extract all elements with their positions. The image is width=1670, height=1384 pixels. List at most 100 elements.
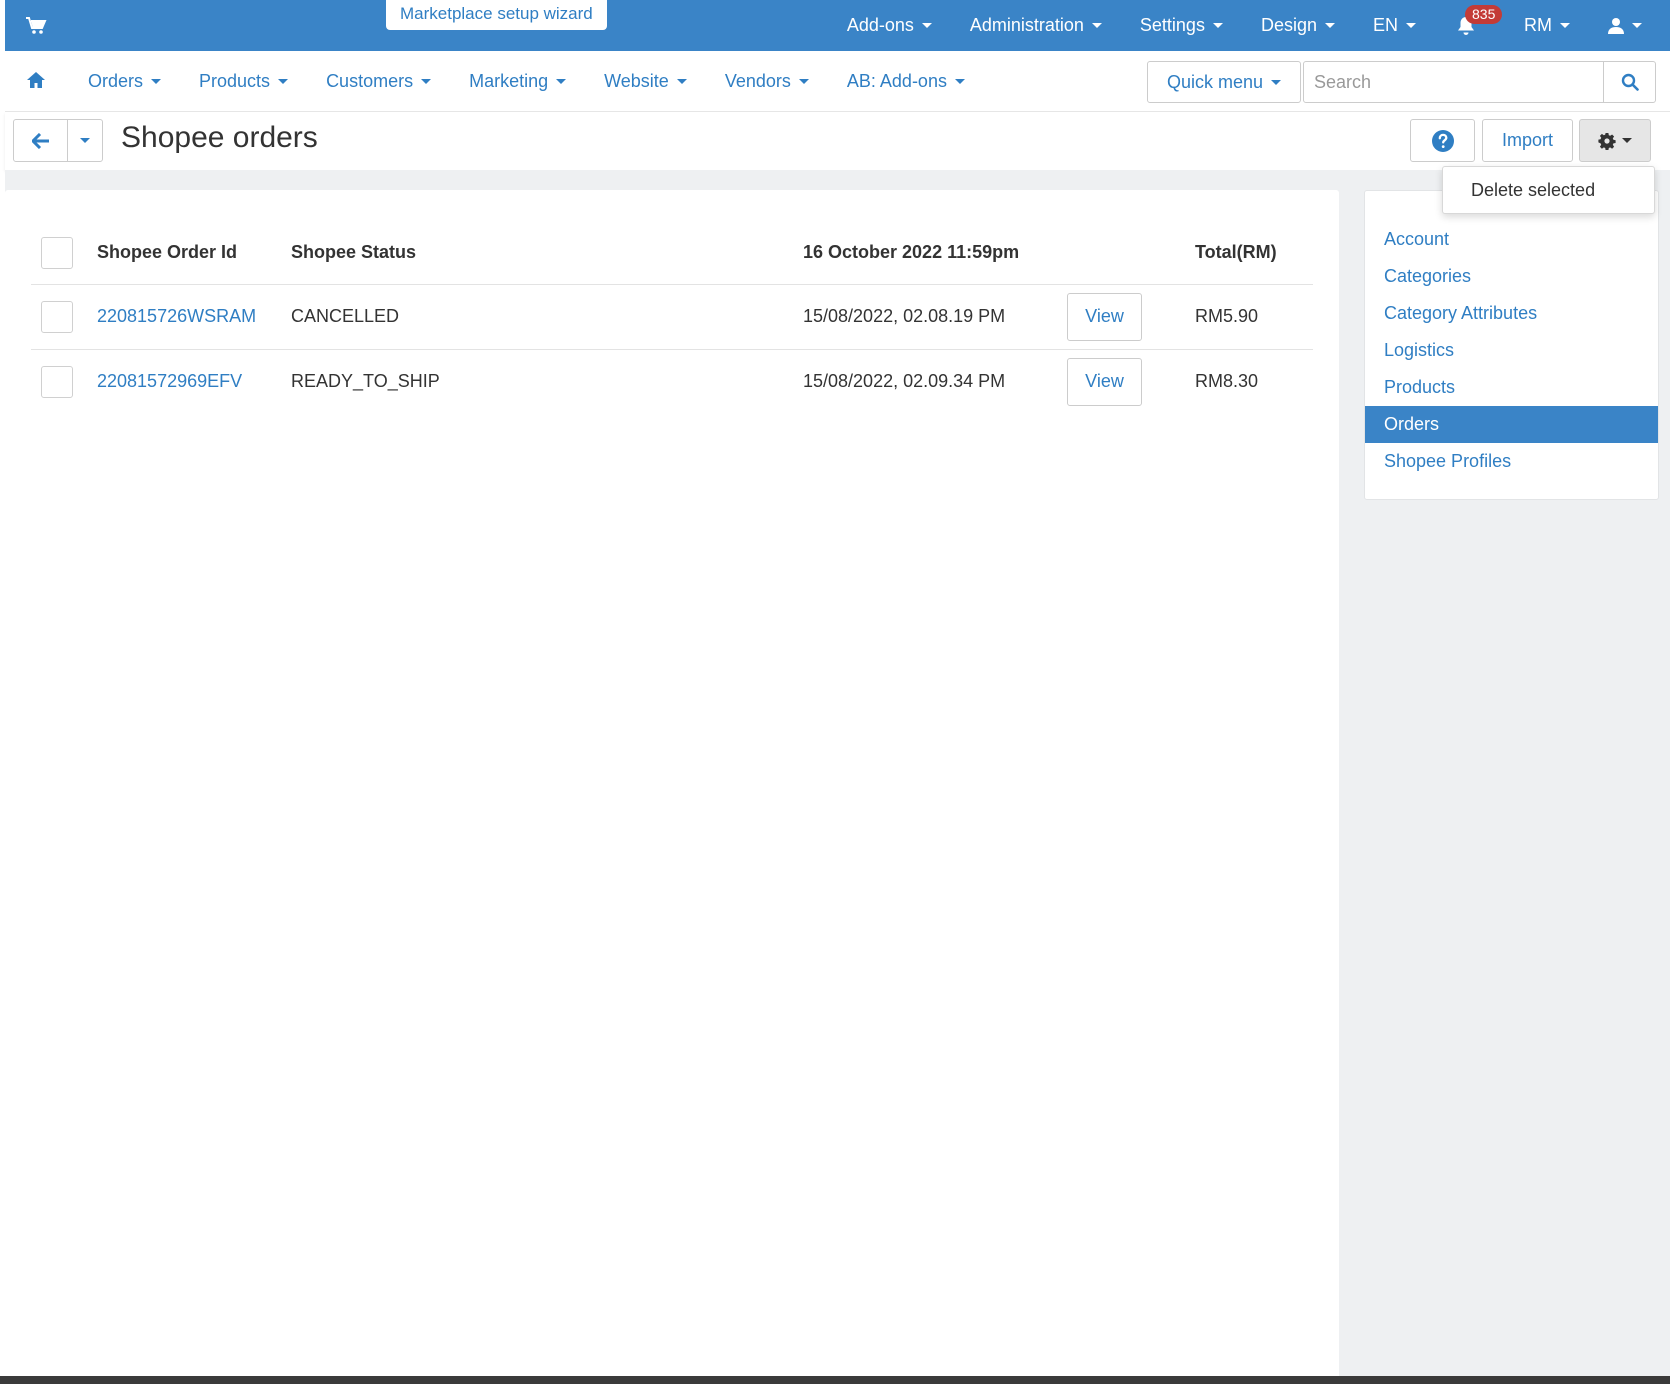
quick-menu-button[interactable]: Quick menu <box>1147 61 1301 103</box>
sidebar-item-account[interactable]: Account <box>1365 221 1658 258</box>
delete-selected-menu-item[interactable]: Delete selected <box>1471 180 1595 201</box>
chevron-down-icon <box>80 138 90 143</box>
chevron-down-icon <box>1324 23 1335 28</box>
chevron-down-icon <box>921 23 932 28</box>
main-nav-items: Orders Products Customers Marketing Webs… <box>69 51 984 112</box>
sidebar-item-category-attributes[interactable]: Category Attributes <box>1365 295 1658 332</box>
topnav-notifications[interactable]: 835 <box>1435 0 1505 51</box>
nav-vendors-label: Vendors <box>724 71 791 91</box>
title-bar: Shopee orders Import <box>5 112 1670 170</box>
view-button[interactable]: View <box>1067 292 1142 341</box>
marketplace-setup-wizard-button[interactable]: Marketplace setup wizard <box>386 0 607 30</box>
date-cell: 15/08/2022, 02.09.34 PM <box>793 348 1057 414</box>
sidebar-item-products[interactable]: Products <box>1365 369 1658 406</box>
settings-dropdown-button[interactable] <box>1579 119 1651 162</box>
chevron-down-icon <box>1212 23 1223 28</box>
table-row: 22081572969EFV READY_TO_SHIP 15/08/2022,… <box>31 348 1313 414</box>
nav-marketing-label: Marketing <box>469 71 549 91</box>
row-checkbox[interactable] <box>41 365 73 398</box>
page-title: Shopee orders <box>121 121 318 154</box>
chevron-down-icon <box>421 79 432 84</box>
topnav-language[interactable]: EN <box>1354 0 1435 51</box>
orders-table: Shopee Order Id Shopee Status 16 October… <box>31 222 1313 414</box>
column-header-date[interactable]: 16 October 2022 11:59pm <box>793 222 1057 284</box>
nav-customers-label: Customers <box>326 71 414 91</box>
search-input[interactable] <box>1304 62 1603 102</box>
import-button[interactable]: Import <box>1482 119 1573 162</box>
row-checkbox[interactable] <box>41 300 73 333</box>
order-id-link[interactable]: 220815726WSRAM <box>97 306 256 326</box>
nav-orders-label: Orders <box>88 71 144 91</box>
chevron-down-icon <box>954 79 965 84</box>
actions-cell: View <box>1057 348 1185 414</box>
back-button-group <box>13 119 103 162</box>
topnav-currency[interactable]: RM <box>1505 0 1589 51</box>
app-frame: Marketplace setup wizard Add-ons Adminis… <box>5 0 1670 1384</box>
topnav-design[interactable]: Design <box>1242 0 1354 51</box>
view-button[interactable]: View <box>1067 357 1142 406</box>
topnav-addons[interactable]: Add-ons <box>828 0 951 51</box>
quick-menu-label: Quick menu <box>1166 71 1264 92</box>
total-cell: RM5.90 <box>1185 283 1313 349</box>
topnav-administration[interactable]: Administration <box>951 0 1121 51</box>
nav-products-label: Products <box>199 71 271 91</box>
column-header-actions <box>1057 222 1185 284</box>
order-id-cell: 220815726WSRAM <box>87 283 281 349</box>
nav-ab-addons-label: AB: Add-ons <box>846 71 947 91</box>
chevron-down-icon <box>1271 79 1282 85</box>
gear-icon <box>1598 132 1616 150</box>
date-cell: 15/08/2022, 02.08.19 PM <box>793 283 1057 349</box>
order-id-link[interactable]: 22081572969EFV <box>97 371 242 391</box>
sidebar-menu: Account Categories Category Attributes L… <box>1365 221 1658 480</box>
sidebar-item-orders[interactable]: Orders <box>1365 406 1658 443</box>
nav-customers[interactable]: Customers <box>307 71 450 92</box>
total-cell: RM8.30 <box>1185 348 1313 414</box>
sidebar-item-categories[interactable]: Categories <box>1365 258 1658 295</box>
status-cell: READY_TO_SHIP <box>281 348 793 414</box>
user-icon <box>1608 18 1624 34</box>
chevron-down-icon <box>798 79 809 84</box>
nav-orders[interactable]: Orders <box>69 71 180 92</box>
chevron-down-icon <box>1406 23 1416 28</box>
column-header-total[interactable]: Total(RM) <box>1185 222 1313 284</box>
sidebar-item-shopee-profiles[interactable]: Shopee Profiles <box>1365 443 1658 480</box>
help-button[interactable] <box>1410 119 1475 162</box>
search-box <box>1303 61 1656 103</box>
help-icon <box>1431 129 1454 152</box>
nav-website-label: Website <box>604 71 669 91</box>
home-icon[interactable] <box>26 70 46 90</box>
chevron-down-icon <box>556 79 567 84</box>
notification-count-badge: 835 <box>1465 5 1503 24</box>
shopee-sidebar: Account Categories Category Attributes L… <box>1364 190 1659 500</box>
nav-vendors[interactable]: Vendors <box>706 71 828 92</box>
column-header-order-id[interactable]: Shopee Order Id <box>87 222 281 284</box>
topnav-currency-label: RM <box>1524 15 1552 35</box>
chevron-down-icon <box>151 79 162 84</box>
nav-products[interactable]: Products <box>180 71 307 92</box>
nav-ab-addons[interactable]: AB: Add-ons <box>828 71 984 92</box>
row-select-cell <box>31 348 87 414</box>
back-button[interactable] <box>14 120 68 161</box>
top-bar: Marketplace setup wizard Add-ons Adminis… <box>5 0 1670 51</box>
history-dropdown-toggle[interactable] <box>68 120 102 161</box>
search-button[interactable] <box>1603 62 1655 102</box>
nav-website[interactable]: Website <box>585 71 706 92</box>
chevron-down-icon <box>1622 138 1632 143</box>
select-all-checkbox[interactable] <box>41 236 73 269</box>
top-nav: Add-ons Administration Settings Design E… <box>828 0 1670 51</box>
cart-icon[interactable] <box>25 16 47 36</box>
status-cell: CANCELLED <box>281 283 793 349</box>
orders-panel: Shopee Order Id Shopee Status 16 October… <box>5 190 1339 1380</box>
table-row: 220815726WSRAM CANCELLED 15/08/2022, 02.… <box>31 283 1313 349</box>
nav-marketing[interactable]: Marketing <box>450 71 585 92</box>
chevron-down-icon <box>1632 23 1642 28</box>
actions-cell: View <box>1057 283 1185 349</box>
column-header-status[interactable]: Shopee Status <box>281 222 793 284</box>
topnav-user[interactable] <box>1589 0 1670 51</box>
table-header-row: Shopee Order Id Shopee Status 16 October… <box>31 222 1313 284</box>
chevron-down-icon <box>278 79 289 84</box>
settings-dropdown-menu: Delete selected <box>1442 166 1655 214</box>
topnav-design-label: Design <box>1260 15 1317 35</box>
topnav-settings[interactable]: Settings <box>1121 0 1242 51</box>
sidebar-item-logistics[interactable]: Logistics <box>1365 332 1658 369</box>
